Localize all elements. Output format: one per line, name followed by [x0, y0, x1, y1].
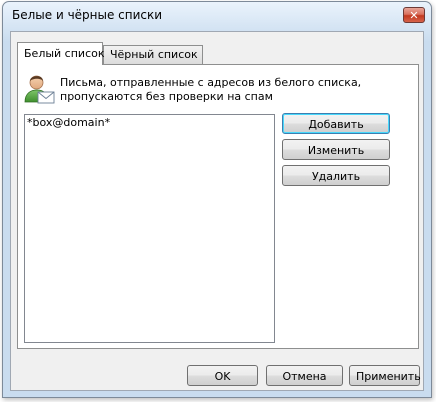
edit-button[interactable]: Изменить — [282, 139, 390, 160]
delete-button[interactable]: Удалить — [282, 165, 390, 186]
apply-button[interactable]: Применить — [349, 365, 421, 386]
tab-whitelist[interactable]: Белый список — [17, 42, 105, 65]
list-item[interactable]: *box@domain* — [26, 116, 273, 130]
user-mail-icon — [24, 75, 55, 104]
window-title: Белые и чёрные списки — [12, 8, 163, 22]
close-button[interactable]: ✕ — [403, 7, 425, 23]
info-description: Письма, отправленные с адресов из белого… — [60, 76, 362, 103]
cancel-button[interactable]: Отмена — [266, 365, 343, 386]
whitelist-listbox[interactable]: *box@domain* — [24, 114, 275, 343]
add-button[interactable]: Добавить — [282, 113, 390, 134]
close-icon: ✕ — [409, 8, 419, 22]
ok-button[interactable]: OK — [187, 365, 258, 386]
title-bar[interactable]: Белые и чёрные списки ✕ — [3, 2, 431, 28]
whitelist-panel: Письма, отправленные с адресов из белого… — [17, 64, 419, 349]
tab-blacklist[interactable]: Чёрный список — [103, 45, 203, 64]
dialog-window: Белые и чёрные списки ✕ Белый список Чёр… — [2, 1, 432, 398]
dialog-client-area: Белый список Чёрный список Письма, отпра… — [10, 31, 424, 391]
